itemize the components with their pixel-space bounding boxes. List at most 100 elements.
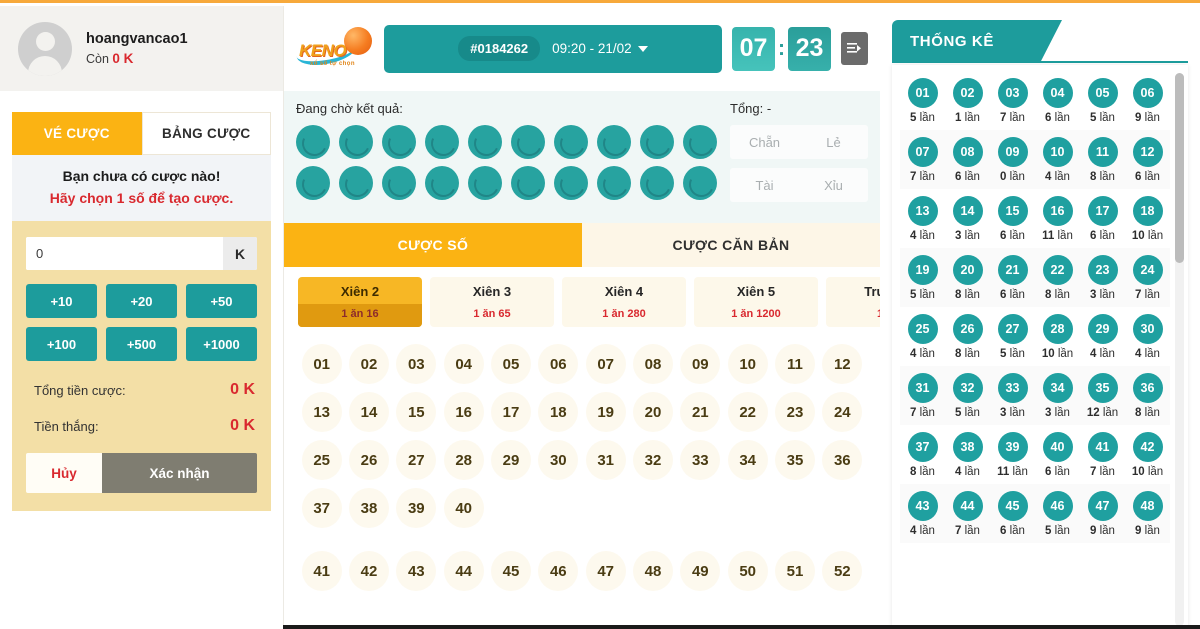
number-button-05[interactable]: 05	[490, 344, 531, 384]
confirm-button[interactable]: Xác nhận	[102, 453, 257, 493]
statistics-number-37[interactable]: 37	[907, 432, 938, 462]
number-button-25[interactable]: 25	[301, 440, 342, 480]
statistics-number-45[interactable]: 45	[997, 491, 1028, 521]
statistics-number-01[interactable]: 01	[907, 78, 938, 108]
number-button-49[interactable]: 49	[680, 551, 721, 591]
number-button-07[interactable]: 07	[585, 344, 626, 384]
statistics-scrollbar-thumb[interactable]	[1175, 73, 1184, 263]
statistics-number-13[interactable]: 13	[907, 196, 938, 226]
xien-option-truot-x[interactable]: Trượt X 1 ăn	[826, 277, 880, 327]
statistics-number-42[interactable]: 42	[1132, 432, 1163, 462]
statistics-number-40[interactable]: 40	[1042, 432, 1073, 462]
number-button-19[interactable]: 19	[585, 392, 626, 432]
tab-ve-cuoc[interactable]: VÉ CƯỢC	[12, 112, 142, 155]
chip-plus-1000[interactable]: +1000	[186, 327, 257, 361]
number-button-38[interactable]: 38	[348, 488, 389, 528]
xien-option-2[interactable]: Xiên 2 1 ăn 16	[298, 277, 422, 327]
xien-option-3[interactable]: Xiên 3 1 ăn 65	[430, 277, 554, 327]
statistics-number-18[interactable]: 18	[1132, 196, 1163, 226]
number-button-15[interactable]: 15	[396, 392, 437, 432]
number-button-43[interactable]: 43	[396, 551, 437, 591]
number-button-12[interactable]: 12	[822, 344, 863, 384]
number-button-14[interactable]: 14	[348, 392, 389, 432]
statistics-number-41[interactable]: 41	[1087, 432, 1118, 462]
number-button-17[interactable]: 17	[490, 392, 531, 432]
number-button-27[interactable]: 27	[396, 440, 437, 480]
statistics-number-04[interactable]: 04	[1042, 78, 1073, 108]
number-button-47[interactable]: 47	[585, 551, 626, 591]
number-button-03[interactable]: 03	[396, 344, 437, 384]
number-button-28[interactable]: 28	[443, 440, 484, 480]
statistics-number-43[interactable]: 43	[907, 491, 938, 521]
number-button-31[interactable]: 31	[585, 440, 626, 480]
number-button-21[interactable]: 21	[680, 392, 721, 432]
option-chan[interactable]: Chẵn	[730, 125, 799, 159]
number-button-51[interactable]: 51	[774, 551, 815, 591]
number-button-06[interactable]: 06	[538, 344, 579, 384]
statistics-number-12[interactable]: 12	[1132, 137, 1163, 167]
statistics-number-21[interactable]: 21	[997, 255, 1028, 285]
statistics-number-23[interactable]: 23	[1087, 255, 1118, 285]
statistics-number-15[interactable]: 15	[997, 196, 1028, 226]
chip-plus-500[interactable]: +500	[106, 327, 177, 361]
statistics-number-46[interactable]: 46	[1042, 491, 1073, 521]
number-button-36[interactable]: 36	[822, 440, 863, 480]
number-button-22[interactable]: 22	[727, 392, 768, 432]
number-button-35[interactable]: 35	[774, 440, 815, 480]
chip-plus-10[interactable]: +10	[26, 284, 97, 318]
cancel-button[interactable]: Hủy	[26, 453, 102, 493]
number-button-26[interactable]: 26	[348, 440, 389, 480]
number-button-32[interactable]: 32	[632, 440, 673, 480]
xien-option-4[interactable]: Xiên 4 1 ăn 280	[562, 277, 686, 327]
number-button-46[interactable]: 46	[538, 551, 579, 591]
statistics-number-08[interactable]: 08	[952, 137, 983, 167]
statistics-number-05[interactable]: 05	[1087, 78, 1118, 108]
option-le[interactable]: Lẻ	[799, 125, 868, 159]
number-button-18[interactable]: 18	[538, 392, 579, 432]
number-button-13[interactable]: 13	[301, 392, 342, 432]
tab-cuoc-so[interactable]: CƯỢC SỐ	[284, 223, 582, 267]
number-button-24[interactable]: 24	[822, 392, 863, 432]
statistics-number-31[interactable]: 31	[907, 373, 938, 403]
number-button-08[interactable]: 08	[632, 344, 673, 384]
number-button-29[interactable]: 29	[490, 440, 531, 480]
number-button-44[interactable]: 44	[443, 551, 484, 591]
statistics-number-07[interactable]: 07	[907, 137, 938, 167]
statistics-number-17[interactable]: 17	[1087, 196, 1118, 226]
statistics-number-33[interactable]: 33	[997, 373, 1028, 403]
statistics-number-38[interactable]: 38	[952, 432, 983, 462]
statistics-number-11[interactable]: 11	[1087, 137, 1118, 167]
number-button-20[interactable]: 20	[632, 392, 673, 432]
statistics-number-03[interactable]: 03	[997, 78, 1028, 108]
number-button-45[interactable]: 45	[490, 551, 531, 591]
statistics-number-09[interactable]: 09	[997, 137, 1028, 167]
statistics-number-44[interactable]: 44	[952, 491, 983, 521]
number-button-10[interactable]: 10	[727, 344, 768, 384]
tab-bang-cuoc[interactable]: BẢNG CƯỢC	[141, 112, 271, 155]
statistics-number-27[interactable]: 27	[997, 314, 1028, 344]
number-button-34[interactable]: 34	[727, 440, 768, 480]
number-button-33[interactable]: 33	[680, 440, 721, 480]
number-button-40[interactable]: 40	[443, 488, 484, 528]
number-button-41[interactable]: 41	[301, 551, 342, 591]
statistics-number-39[interactable]: 39	[997, 432, 1028, 462]
statistics-number-24[interactable]: 24	[1132, 255, 1163, 285]
draw-selector[interactable]: #0184262 09:20 - 21/02	[384, 24, 722, 73]
statistics-number-22[interactable]: 22	[1042, 255, 1073, 285]
statistics-number-20[interactable]: 20	[952, 255, 983, 285]
option-tai[interactable]: Tài	[730, 168, 799, 202]
number-button-48[interactable]: 48	[632, 551, 673, 591]
number-button-37[interactable]: 37	[301, 488, 342, 528]
number-button-39[interactable]: 39	[396, 488, 437, 528]
number-button-04[interactable]: 04	[443, 344, 484, 384]
statistics-number-06[interactable]: 06	[1132, 78, 1163, 108]
statistics-number-28[interactable]: 28	[1042, 314, 1073, 344]
number-button-42[interactable]: 42	[348, 551, 389, 591]
statistics-number-32[interactable]: 32	[952, 373, 983, 403]
statistics-number-14[interactable]: 14	[952, 196, 983, 226]
statistics-number-29[interactable]: 29	[1087, 314, 1118, 344]
number-button-16[interactable]: 16	[443, 392, 484, 432]
xien-option-5[interactable]: Xiên 5 1 ăn 1200	[694, 277, 818, 327]
statistics-number-25[interactable]: 25	[907, 314, 938, 344]
number-button-02[interactable]: 02	[348, 344, 389, 384]
